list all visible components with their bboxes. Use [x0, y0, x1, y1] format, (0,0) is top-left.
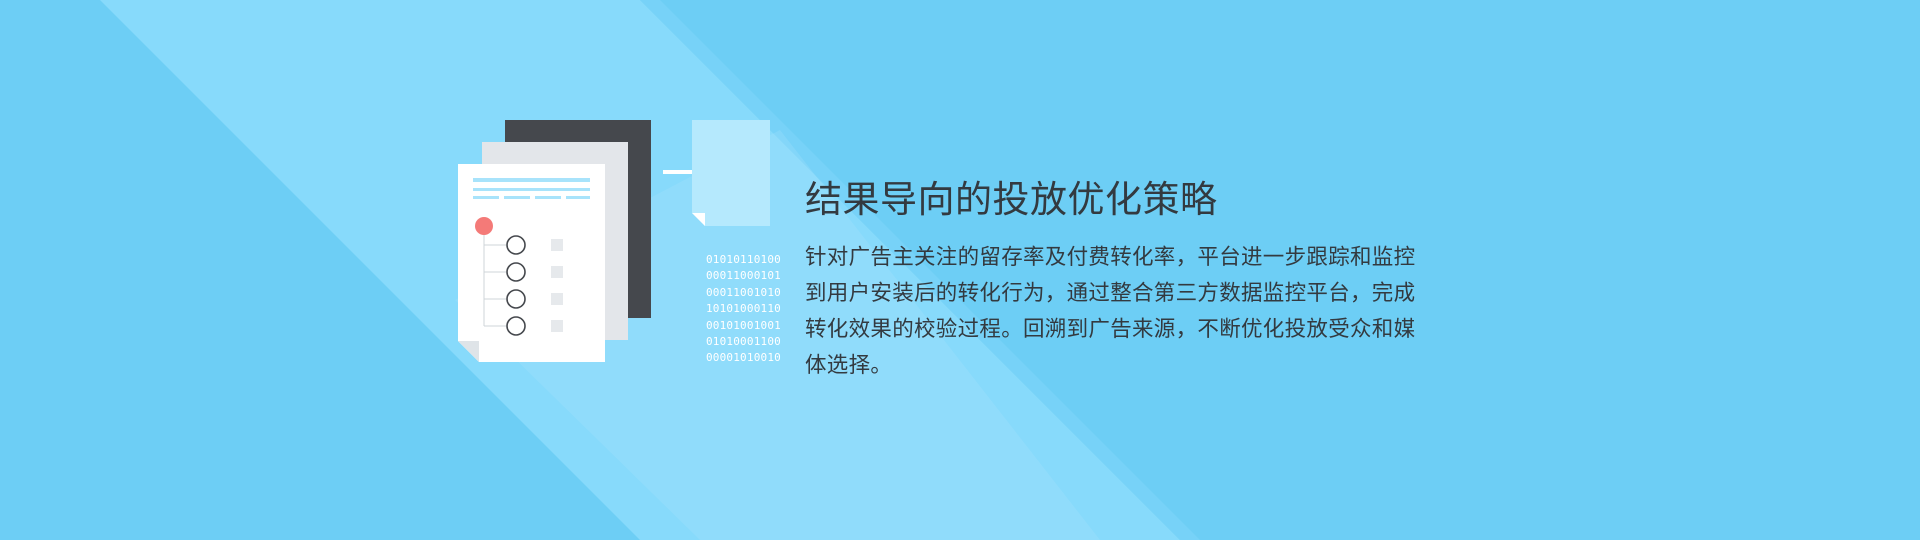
binary-code-text: 01010110100 00011000101 00011001010 1010… [691, 252, 781, 367]
feature-text-block: 结果导向的投放优化策略 针对广告主关注的留存率及付费转化率，平台进一步跟踪和监控… [805, 176, 1445, 384]
binary-line: 00011001010 [705, 285, 781, 299]
binary-line: 00011000101 [705, 269, 781, 283]
binary-line: 01010001100 [705, 335, 781, 349]
section-title: 结果导向的投放优化策略 [805, 178, 1218, 221]
binary-line: 00001010010 [705, 351, 781, 365]
binary-line: 10101000110 [705, 302, 781, 316]
feature-banner: 01010110100 00011000101 00011001010 1010… [0, 0, 1920, 540]
binary-line: 01010110100 [705, 253, 781, 266]
binary-line: 00101001001 [705, 318, 781, 332]
section-description: 针对广告主关注的留存率及付费转化率，平台进一步跟踪和监控到用户安装后的转化行为，… [805, 245, 1416, 378]
blank-document-icon [692, 120, 770, 226]
